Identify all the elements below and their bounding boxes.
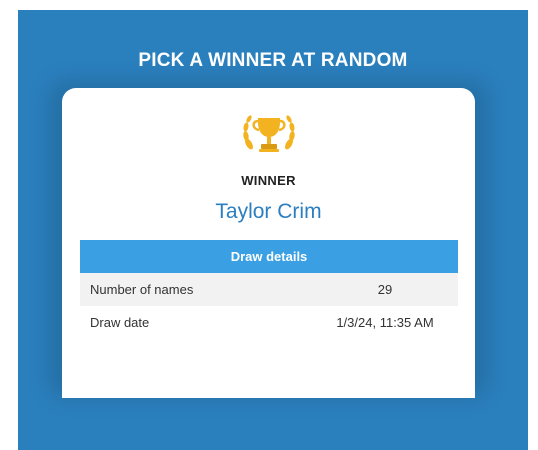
page-title: PICK A WINNER AT RANDOM	[138, 50, 408, 71]
draw-details-header: Draw details	[80, 240, 458, 273]
background-panel: PICK A WINNER AT RANDOM WINNER Taylor Cr…	[18, 10, 528, 450]
trophy-icon	[243, 115, 295, 152]
winner-name: Taylor Crim	[215, 200, 322, 223]
detail-label: Number of names	[90, 282, 194, 297]
winner-label: WINNER	[241, 173, 296, 188]
detail-value: 29	[377, 282, 393, 297]
detail-row-draw-date: Draw date 1/3/24, 11:35 AM	[80, 306, 458, 339]
detail-label: Draw date	[90, 315, 150, 330]
detail-row-number-of-names: Number of names 29	[80, 273, 458, 306]
result-card: WINNER Taylor Crim Draw details Number o…	[62, 88, 475, 398]
detail-value: 1/3/24, 11:35 AM	[336, 315, 434, 330]
